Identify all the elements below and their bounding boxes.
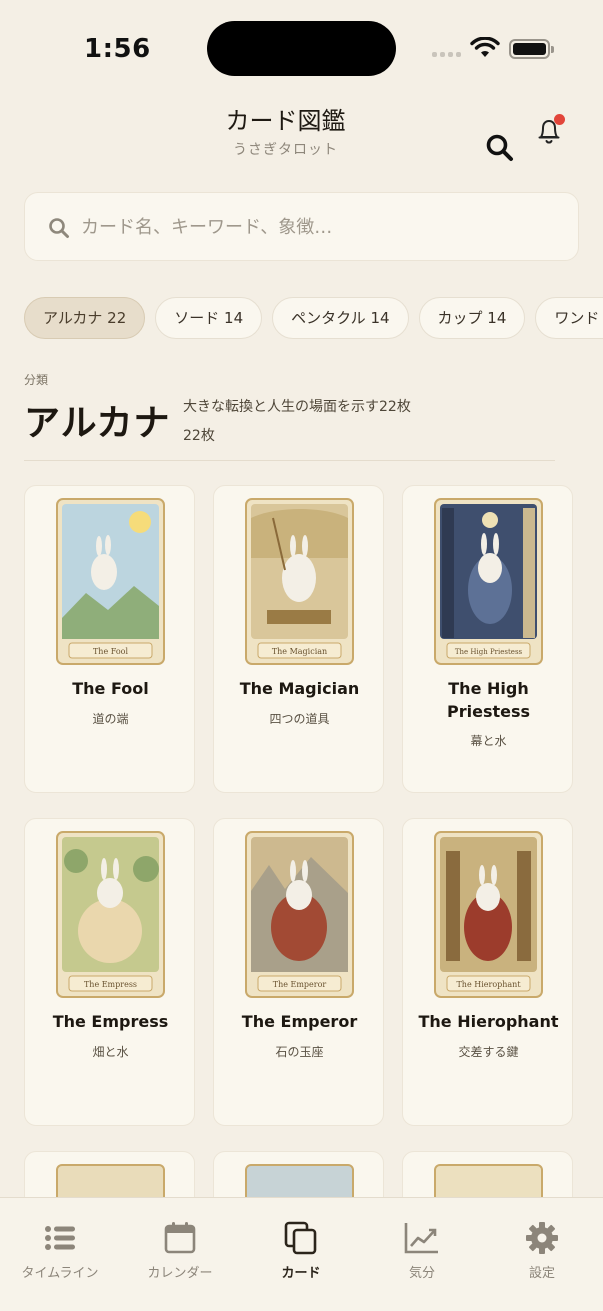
battery-icon [509,39,554,59]
card-art-image: The Emperor [245,831,354,998]
section-description: 大きな転換と人生の場面を示す22枚 [183,399,411,415]
card-the-magician[interactable]: The Magician The Magician 四つの道具 [213,485,384,793]
tab-settings[interactable]: 設定 [482,1220,602,1281]
tab-label: 設定 [528,1266,555,1281]
card-the-emperor[interactable]: The Emperor The Emperor 石の玉座 [213,818,384,1126]
card-the-hierophant[interactable]: The Hierophant The Hierophant 交差する鍵 [402,818,573,1126]
search-field[interactable] [24,192,579,261]
dynamic-island [207,21,396,76]
chip-cups[interactable]: カップ 14 [418,297,526,339]
list-icon [45,1226,75,1250]
card-art-caption: The Magician [272,647,327,656]
card-art-image: The Fool [56,498,165,665]
card-name: The Empress [52,1012,169,1031]
card-name: The Hierophant [418,1012,559,1031]
card-name: The Magician [239,679,360,698]
card-name: The Fool [72,679,149,698]
card-keyword: 交差する鍵 [458,1045,519,1059]
chart-icon [404,1223,438,1254]
tab-bar: タイムライン カレンダー カード 気分 設定 [0,1197,603,1311]
calendar-icon [164,1222,196,1254]
card-art-image: The Hierophant [434,831,543,998]
tab-label: タイムライン [21,1266,99,1281]
section-title: アルカナ [24,403,171,444]
card-the-empress[interactable]: The Empress The Empress 畑と水 [24,818,195,1126]
tab-label: 気分 [408,1266,435,1281]
page-title: カード図鑑 [225,107,346,135]
card-art-image: The Magician [245,498,354,665]
chip-wands[interactable]: ワンド 14 [535,297,603,339]
tab-label: カレンダー [147,1266,213,1281]
cellular-signal-icon [432,52,461,57]
tab-calendar[interactable]: カレンダー [120,1220,240,1281]
search-icon[interactable] [484,132,516,164]
chip-arcana[interactable]: アルカナ 22 [24,297,146,339]
card-keyword: 石の玉座 [275,1045,324,1059]
tab-label: カード [281,1266,321,1281]
card-art-caption: The High Priestess [455,648,523,656]
card-art-image: The High Priestess [434,498,543,665]
chip-swords[interactable]: ソード 14 [155,297,263,339]
tab-timeline[interactable]: タイムライン [0,1220,120,1281]
card-art-image: The Empress [56,831,165,998]
section-divider [24,460,555,461]
chip-pentacles[interactable]: ペンタクル 14 [272,297,409,339]
card-the-high-priestess[interactable]: The High Priestess The High Priestess 幕と… [402,485,573,793]
tab-mood[interactable]: 気分 [362,1220,482,1281]
tab-cards[interactable]: カード [241,1220,361,1281]
search-input[interactable] [81,210,551,244]
gear-icon [526,1222,558,1254]
notification-badge [554,114,565,125]
status-time: 1:56 [84,34,151,64]
card-keyword: 道の端 [92,712,129,726]
card-art-caption: The Fool [93,647,129,656]
card-art-caption: The Emperor [273,980,327,989]
card-keyword: 四つの道具 [269,712,330,726]
cards-icon [284,1221,317,1255]
card-keyword: 畑と水 [92,1045,129,1059]
card-the-fool[interactable]: The Fool The Fool 道の端 [24,485,195,793]
search-icon [49,218,69,238]
category-chips: アルカナ 22ソード 14ペンタクル 14カップ 14ワンド 14 [24,297,603,339]
card-art-caption: The Empress [84,980,137,989]
card-name: The Emperor [241,1012,358,1031]
status-bar: 1:56 [0,0,603,96]
section-label: 分類 [24,373,49,387]
wifi-icon [470,37,500,57]
card-keyword: 幕と水 [470,734,507,748]
card-art-caption: The Hierophant [456,980,521,989]
card-name: The High Priestess [446,679,531,721]
section-count: 22枚 [183,428,215,444]
